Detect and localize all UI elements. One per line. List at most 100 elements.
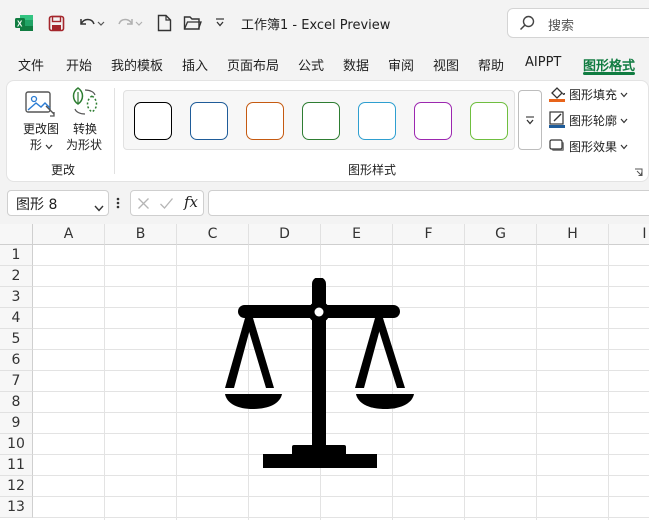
column-header-d[interactable]: D: [249, 224, 321, 245]
outline-pen-icon: [548, 110, 569, 131]
graphic-fill-label: 图形填充: [569, 87, 618, 102]
name-box[interactable]: 图形 8: [7, 190, 109, 216]
tab-aippt[interactable]: AIPPT: [525, 55, 561, 70]
column-header-f[interactable]: F: [393, 224, 465, 245]
tab-file[interactable]: 文件: [18, 55, 44, 74]
active-tab-indicator: [583, 72, 635, 75]
effects-chevron-down-icon: [620, 139, 631, 153]
convert-label-1: 转换: [73, 122, 98, 136]
column-header-e[interactable]: E: [321, 224, 393, 245]
customize-quick-access-icon[interactable]: [212, 12, 228, 34]
row-header-2[interactable]: 2: [0, 266, 33, 287]
grid-line: [33, 496, 649, 497]
enter-check-icon[interactable]: [159, 197, 174, 214]
gallery-more-button[interactable]: [518, 90, 542, 150]
grid-line: [33, 475, 649, 476]
window-title: 工作簿1 - Excel Preview: [241, 18, 391, 33]
style-swatch-orange[interactable]: [246, 102, 284, 140]
graphic-effects-button[interactable]: 图形效果: [548, 136, 631, 156]
search-icon: [519, 15, 535, 35]
graphic-fill-button[interactable]: 图形填充: [548, 84, 631, 104]
tab-home[interactable]: 开始: [66, 55, 92, 74]
tab-formulas[interactable]: 公式: [298, 55, 324, 74]
row-header-3[interactable]: 3: [0, 287, 33, 308]
group-divider: [114, 88, 115, 174]
grid-line: [33, 517, 649, 518]
change-graphic-icon: [24, 88, 56, 122]
tab-view[interactable]: 视图: [433, 55, 459, 74]
row-header-8[interactable]: 8: [0, 392, 33, 413]
name-box-value: 图形 8: [16, 197, 58, 213]
row-header-5[interactable]: 5: [0, 329, 33, 350]
save-icon[interactable]: [46, 12, 66, 34]
undo-button[interactable]: [76, 12, 106, 34]
open-folder-icon[interactable]: [181, 12, 203, 34]
tab-data[interactable]: 数据: [343, 55, 369, 74]
search-box[interactable]: 搜索: [507, 8, 649, 38]
change-graphic-label-2: 形: [30, 138, 43, 152]
formula-input[interactable]: [208, 190, 649, 216]
style-swatch-blue[interactable]: [190, 102, 228, 140]
new-file-icon[interactable]: [154, 12, 174, 34]
graphic-styles-gallery: [123, 90, 515, 150]
fill-chevron-down-icon: [620, 87, 631, 101]
row-header-1[interactable]: 1: [0, 245, 33, 266]
column-header-g[interactable]: G: [465, 224, 537, 245]
tab-insert[interactable]: 插入: [182, 55, 208, 74]
change-graphic-button[interactable]: 更改图 形: [20, 86, 64, 152]
column-header-b[interactable]: B: [105, 224, 177, 245]
dialog-launcher-icon[interactable]: [634, 166, 643, 181]
tab-my-templates[interactable]: 我的模板: [111, 55, 163, 74]
worksheet-grid[interactable]: ABCDEFGHI 1 2 3 4 5 6 7 8 9 10 11 12 13: [0, 224, 649, 520]
redo-button[interactable]: [114, 12, 144, 34]
graphic-effects-label: 图形效果: [569, 139, 618, 154]
column-header-a[interactable]: A: [33, 224, 105, 245]
formula-actions: fx: [130, 190, 204, 216]
row-header-7[interactable]: 7: [0, 371, 33, 392]
tab-review[interactable]: 审阅: [388, 55, 414, 74]
ribbon-tabs: 文件 开始 我的模板 插入 页面布局 公式 数据 审阅 视图 帮助 AIPPT …: [0, 50, 649, 76]
column-header-c[interactable]: C: [177, 224, 249, 245]
style-swatch-black[interactable]: [134, 102, 172, 140]
group-styles-label: 图形样式: [348, 163, 397, 177]
svg-text:X: X: [17, 20, 23, 29]
outline-chevron-down-icon: [620, 113, 631, 127]
chevron-down-icon: [45, 139, 53, 154]
group-change-label: 更改: [51, 163, 76, 177]
row-header-4[interactable]: 4: [0, 308, 33, 329]
title-bar: X 工作簿1 - Excel Preview 搜索: [0, 0, 649, 46]
change-graphic-label-1: 更改图: [23, 122, 60, 136]
style-swatch-light-green[interactable]: [470, 102, 508, 140]
column-header-i[interactable]: I: [609, 224, 649, 245]
insert-function-button[interactable]: fx: [184, 193, 198, 211]
convert-to-shape-icon: [69, 86, 101, 122]
row-header-10[interactable]: 10: [0, 434, 33, 455]
tab-help[interactable]: 帮助: [478, 55, 504, 74]
more-chevron-icon: [525, 115, 535, 130]
search-placeholder: 搜索: [548, 19, 575, 34]
convert-label-2: 为形状: [66, 138, 103, 152]
style-swatch-purple[interactable]: [414, 102, 452, 140]
row-header-9[interactable]: 9: [0, 413, 33, 434]
scales-of-justice-graphic[interactable]: [223, 278, 415, 470]
scales-icon: [225, 278, 414, 468]
graphic-outline-button[interactable]: 图形轮廓: [548, 110, 631, 130]
tab-page-layout[interactable]: 页面布局: [227, 55, 279, 74]
select-all-corner[interactable]: [0, 224, 33, 245]
row-header-13[interactable]: 13: [0, 497, 33, 518]
style-swatch-light-blue[interactable]: [358, 102, 396, 140]
style-swatch-green[interactable]: [302, 102, 340, 140]
more-options-icon[interactable]: [116, 195, 120, 215]
row-header-11[interactable]: 11: [0, 455, 33, 476]
excel-logo-icon: X: [13, 12, 35, 34]
grid-line: [33, 265, 649, 266]
cancel-icon[interactable]: [137, 197, 150, 214]
graphic-outline-label: 图形轮廓: [569, 113, 618, 128]
effects-icon: [548, 136, 569, 157]
row-header-6[interactable]: 6: [0, 350, 33, 371]
fill-bucket-icon: [548, 84, 569, 105]
row-header-12[interactable]: 12: [0, 476, 33, 497]
name-box-chevron-icon: [94, 200, 104, 216]
column-header-h[interactable]: H: [537, 224, 609, 245]
convert-to-shape-button[interactable]: 转换 为形状: [66, 86, 108, 152]
